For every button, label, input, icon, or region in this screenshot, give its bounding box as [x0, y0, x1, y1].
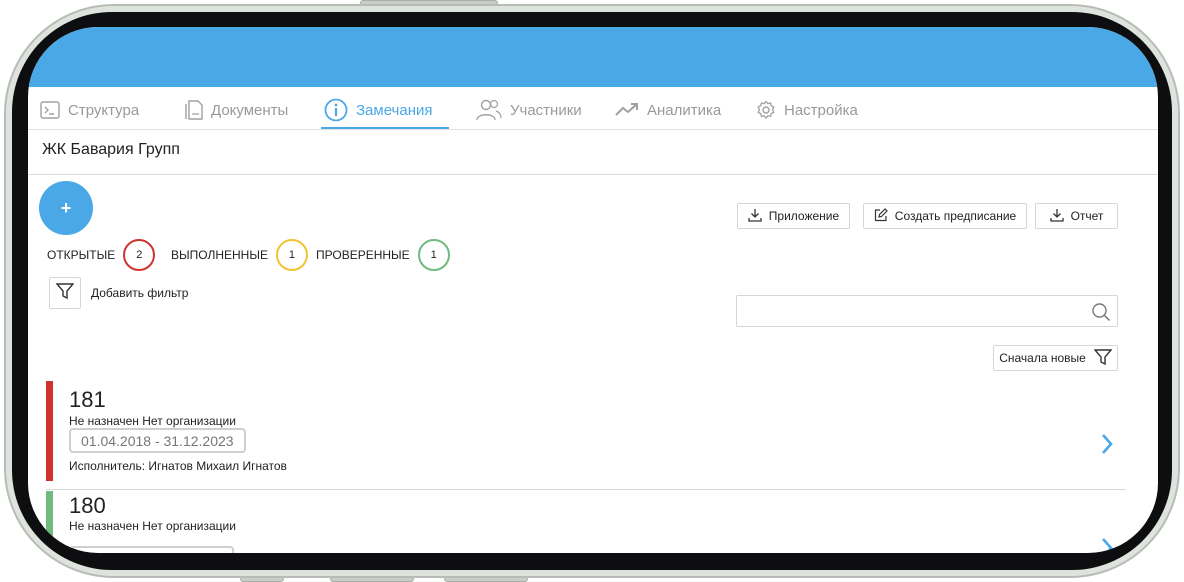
status-open[interactable]: ОТКРЫТЫЕ 2	[47, 239, 156, 271]
create-order-label: Создать предписание	[894, 209, 1017, 223]
gear-icon	[756, 100, 776, 120]
filter-icon	[1093, 348, 1113, 369]
tab-settings-label: Настройка	[784, 101, 858, 119]
status-verified-label: ПРОВЕРЕННЫЕ	[316, 248, 410, 262]
report-label: Отчет	[1070, 209, 1104, 223]
trend-icon	[615, 102, 639, 118]
attachment-label: Приложение	[768, 209, 840, 223]
add-filter-label[interactable]: Добавить фильтр	[91, 286, 188, 300]
tab-remarks[interactable]: Замечания	[324, 95, 433, 125]
add-remark-button[interactable]: +	[39, 181, 93, 235]
status-open-label: ОТКРЫТЫЕ	[47, 248, 116, 262]
tab-participants-label: Участники	[510, 101, 582, 119]
tab-settings[interactable]: Настройка	[756, 95, 858, 125]
remark-dates	[69, 546, 234, 553]
status-bar	[46, 381, 53, 481]
document-icon	[185, 100, 203, 120]
remark-executor: Исполнитель: Игнатов Михаил Игнатов	[69, 459, 287, 473]
sort-label: Сначала новые	[999, 351, 1086, 365]
users-icon	[476, 99, 502, 121]
tab-remarks-label: Замечания	[356, 101, 433, 119]
remark-assignment: Не назначен Нет организации	[69, 414, 236, 428]
tab-structure-label: Структура	[68, 101, 140, 119]
download-icon	[1049, 208, 1064, 225]
terminal-icon	[40, 101, 60, 119]
status-open-count: 2	[123, 239, 156, 271]
edit-icon	[874, 207, 888, 225]
info-icon	[324, 98, 348, 122]
status-bar	[46, 491, 53, 553]
search-input[interactable]	[737, 296, 1077, 326]
search-box	[736, 295, 1118, 327]
search-icon[interactable]	[1091, 302, 1111, 327]
tab-structure[interactable]: Структура	[40, 95, 139, 125]
list-item[interactable]: 181 Не назначен Нет организации 01.04.20…	[46, 381, 1126, 483]
tab-analytics[interactable]: Аналитика	[615, 95, 721, 125]
filter-icon	[55, 282, 75, 305]
tab-participants[interactable]: Участники	[476, 95, 582, 125]
list-item[interactable]: 180 Не назначен Нет организации	[46, 491, 1126, 553]
download-icon	[748, 208, 762, 225]
divider	[28, 174, 1158, 175]
chevron-right-icon[interactable]	[1100, 537, 1114, 553]
status-done[interactable]: ВЫПОЛНЕННЫЕ 1	[171, 239, 308, 271]
divider	[46, 489, 1126, 490]
tab-documents-label: Документы	[211, 101, 289, 119]
active-tab-indicator	[321, 127, 449, 129]
attachment-button[interactable]: Приложение	[737, 203, 850, 229]
tab-analytics-label: Аналитика	[647, 101, 722, 119]
create-order-button[interactable]: Создать предписание	[863, 203, 1027, 229]
status-verified[interactable]: ПРОВЕРЕННЫЕ 1	[316, 239, 450, 271]
tab-bar: Структура Документы Замечания Участники …	[28, 87, 1158, 130]
status-verified-count: 1	[417, 239, 450, 271]
sort-button[interactable]: Сначала новые	[993, 345, 1118, 371]
remark-dates: 01.04.2018 - 31.12.2023	[69, 428, 246, 453]
add-filter-button[interactable]	[49, 277, 81, 309]
tab-documents[interactable]: Документы	[185, 95, 288, 125]
project-title: ЖК Бавария Групп	[42, 141, 180, 158]
report-button[interactable]: Отчет	[1035, 203, 1118, 229]
remark-assignment: Не назначен Нет организации	[69, 519, 236, 533]
app-header-bar	[28, 27, 1158, 87]
remark-number: 180	[69, 493, 106, 518]
app-screen: Структура Документы Замечания Участники …	[28, 27, 1158, 553]
remark-number: 181	[69, 387, 106, 412]
chevron-right-icon[interactable]	[1100, 433, 1114, 460]
status-done-count: 1	[275, 239, 308, 271]
status-done-label: ВЫПОЛНЕННЫЕ	[171, 248, 268, 262]
